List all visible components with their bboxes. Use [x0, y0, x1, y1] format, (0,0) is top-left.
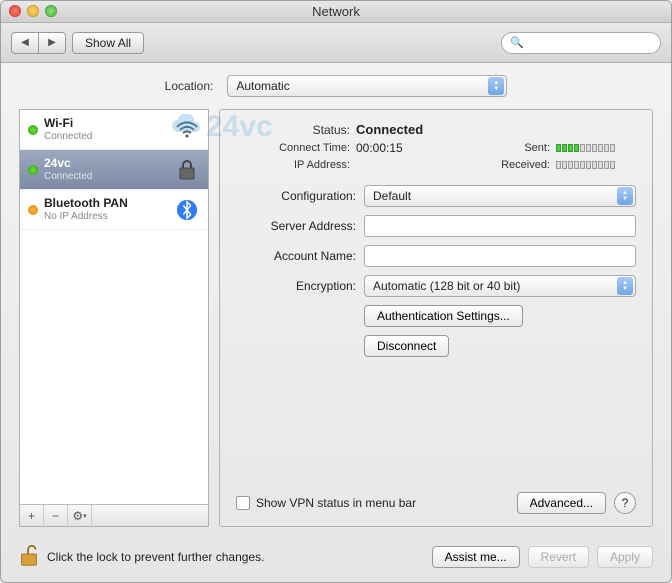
configuration-select[interactable]: Default ▲▼ [364, 185, 636, 207]
apply-button[interactable]: Apply [597, 546, 653, 568]
network-name: 24vc [44, 156, 168, 170]
help-button[interactable]: ? [614, 492, 636, 514]
traffic-lights [9, 5, 57, 17]
network-status: No IP Address [44, 210, 168, 224]
authentication-settings-button[interactable]: Authentication Settings... [364, 305, 523, 327]
encryption-select[interactable]: Automatic (128 bit or 40 bit) ▲▼ [364, 275, 636, 297]
location-label: Location: [165, 79, 220, 93]
minimize-icon[interactable] [27, 5, 39, 17]
network-name: Bluetooth PAN [44, 196, 168, 210]
toolbar: ◀ ▶ Show All 🔍 [1, 23, 671, 63]
account-name-label: Account Name: [236, 249, 356, 263]
received-label: Received: [476, 159, 556, 171]
advanced-button[interactable]: Advanced... [517, 492, 606, 514]
status-dot-icon [28, 205, 38, 215]
network-list: Wi-Fi Connected 24vc Connected [19, 109, 209, 527]
chevron-updown-icon: ▲▼ [488, 77, 504, 95]
received-bars [556, 161, 636, 169]
network-item-bluetooth-pan[interactable]: Bluetooth PAN No IP Address [20, 190, 208, 230]
network-item-wifi[interactable]: Wi-Fi Connected [20, 110, 208, 150]
gear-icon[interactable]: ⚙▾ [68, 505, 92, 527]
account-name-input[interactable] [364, 245, 636, 267]
network-item-24vc[interactable]: 24vc Connected [20, 150, 208, 190]
search-input[interactable] [528, 36, 652, 50]
chevron-updown-icon: ▲▼ [617, 187, 633, 205]
status-label: Status: [236, 123, 356, 137]
network-status: Connected [44, 130, 168, 144]
chevron-updown-icon: ▲▼ [617, 277, 633, 295]
details-panel: Status: Connected Connect Time: 00:00:15… [219, 109, 653, 527]
remove-network-button[interactable]: − [44, 505, 68, 527]
show-all-button[interactable]: Show All [72, 32, 144, 54]
sent-bars [556, 144, 636, 152]
assist-me-button[interactable]: Assist me... [432, 546, 520, 568]
server-address-label: Server Address: [236, 219, 356, 233]
sent-label: Sent: [476, 142, 556, 154]
configuration-label: Configuration: [236, 189, 356, 203]
lock-open-icon[interactable] [19, 543, 39, 570]
ip-address-label: IP Address: [236, 159, 356, 171]
content-area: Location: Automatic ▲▼ Wi-Fi Connected [1, 63, 671, 535]
lock-icon [174, 157, 200, 183]
search-icon: 🔍 [510, 36, 524, 49]
lock-text: Click the lock to prevent further change… [47, 550, 424, 564]
revert-button[interactable]: Revert [528, 546, 589, 568]
disconnect-button[interactable]: Disconnect [364, 335, 449, 357]
status-value: Connected [356, 122, 476, 137]
status-dot-icon [28, 165, 38, 175]
close-icon[interactable] [9, 5, 21, 17]
network-preferences-window: Network ◀ ▶ Show All 🔍 Location: Automat… [0, 0, 672, 583]
network-name: Wi-Fi [44, 116, 168, 130]
add-network-button[interactable]: + [20, 505, 44, 527]
configuration-value: Default [373, 189, 411, 203]
show-vpn-label: Show VPN status in menu bar [256, 496, 517, 510]
show-vpn-checkbox[interactable] [236, 496, 250, 510]
titlebar: Network [1, 1, 671, 23]
connect-time-label: Connect Time: [236, 142, 356, 154]
location-row: Location: Automatic ▲▼ [19, 75, 653, 97]
location-select-value: Automatic [236, 79, 289, 93]
status-dot-icon [28, 125, 38, 135]
zoom-icon[interactable] [45, 5, 57, 17]
forward-button[interactable]: ▶ [38, 32, 66, 54]
bottom-bar: Click the lock to prevent further change… [1, 535, 671, 582]
bluetooth-icon [174, 197, 200, 223]
sidebar-footer: + − ⚙▾ [20, 504, 208, 526]
encryption-label: Encryption: [236, 279, 356, 293]
back-button[interactable]: ◀ [11, 32, 39, 54]
server-address-input[interactable] [364, 215, 636, 237]
search-field[interactable]: 🔍 [501, 32, 661, 54]
window-title: Network [312, 4, 360, 19]
wifi-icon [174, 117, 200, 143]
location-select[interactable]: Automatic ▲▼ [227, 75, 507, 97]
main-area: Wi-Fi Connected 24vc Connected [19, 109, 653, 527]
encryption-value: Automatic (128 bit or 40 bit) [373, 279, 520, 293]
connect-time-value: 00:00:15 [356, 141, 476, 155]
network-status: Connected [44, 170, 168, 184]
